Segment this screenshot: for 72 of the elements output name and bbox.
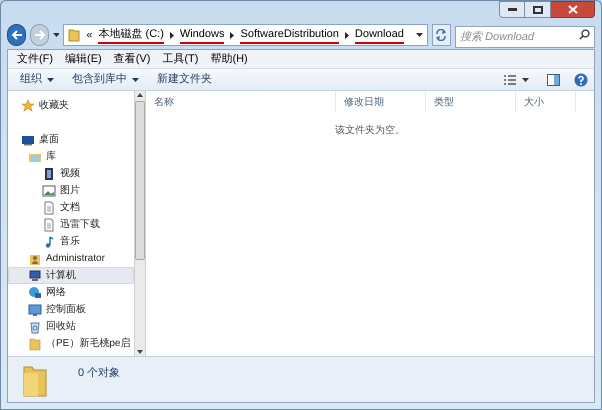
dropdown-caret-icon[interactable] bbox=[53, 33, 60, 37]
menu-item[interactable]: 文件(F) bbox=[12, 50, 58, 68]
toolbar-button[interactable]: 新建文件夹 bbox=[151, 70, 218, 90]
scrollbar[interactable] bbox=[134, 91, 146, 356]
search-field[interactable]: 搜索 Download bbox=[455, 26, 596, 48]
navigation-item[interactable]: 网络 bbox=[8, 284, 134, 301]
dropdown-caret-icon[interactable] bbox=[416, 33, 423, 37]
column-header[interactable]: 类型 bbox=[426, 91, 516, 113]
dropdown-caret-icon[interactable] bbox=[522, 78, 529, 82]
scroll-down-icon[interactable] bbox=[137, 350, 143, 354]
menu-item[interactable]: 查看(V) bbox=[108, 50, 156, 68]
maximize-icon bbox=[532, 6, 542, 14]
overflow-button[interactable]: « bbox=[86, 26, 92, 44]
film-icon bbox=[42, 166, 56, 180]
toolbar-button[interactable]: 包含到库中 bbox=[66, 70, 145, 90]
refresh-icon bbox=[435, 29, 448, 41]
navigation-item[interactable]: 图片 bbox=[8, 182, 134, 199]
refresh-button[interactable] bbox=[432, 24, 452, 46]
navigation-item[interactable]: 计算机 bbox=[8, 267, 134, 284]
document-icon bbox=[42, 218, 56, 232]
column-header[interactable]: 修改日期 bbox=[336, 91, 426, 113]
back-arrow-icon bbox=[10, 30, 23, 40]
status-text: 0 个对象 bbox=[78, 366, 120, 382]
forward-arrow-icon bbox=[34, 30, 46, 40]
minimize-icon bbox=[508, 8, 516, 11]
breadcrumb-segment[interactable]: Download bbox=[354, 26, 404, 44]
chevron-icon[interactable] bbox=[230, 32, 234, 38]
dropdown-caret-icon bbox=[47, 78, 54, 82]
navigation-item[interactable]: 文档 bbox=[8, 199, 134, 216]
picture-icon bbox=[42, 184, 56, 198]
monitor-icon bbox=[28, 268, 42, 282]
column-header[interactable]: 大小 bbox=[516, 91, 576, 113]
close-icon bbox=[568, 5, 578, 14]
breadcrumb-segment[interactable]: Windows bbox=[180, 26, 224, 44]
navigation-item[interactable]: Administrator bbox=[8, 250, 134, 267]
monitor-icon bbox=[28, 302, 42, 316]
navigation-item[interactable]: 控制面板 bbox=[8, 301, 134, 318]
column-header[interactable]: 名称 bbox=[146, 91, 336, 113]
scroll-up-icon[interactable] bbox=[137, 93, 143, 97]
maximize-button[interactable] bbox=[525, 1, 551, 18]
search-icon bbox=[579, 29, 590, 40]
navigation-item[interactable]: 桌面 bbox=[8, 131, 134, 148]
chevron-icon[interactable] bbox=[170, 32, 174, 38]
address-bar[interactable]: « 本地磁盘 (C:) Windows SoftwareDistribution Download bbox=[63, 24, 428, 46]
navigation-item[interactable]: 迅雷下载 bbox=[8, 216, 134, 233]
back-button[interactable] bbox=[7, 24, 26, 46]
folder-icon bbox=[68, 28, 80, 42]
navigation-item[interactable]: 收藏夹 bbox=[8, 97, 134, 114]
breadcrumb-segment[interactable]: 本地磁盘 (C:) bbox=[98, 26, 164, 44]
globe-monitor-icon bbox=[28, 286, 42, 300]
navigation-item[interactable]: 回收站 bbox=[8, 318, 134, 335]
star-icon bbox=[21, 98, 35, 112]
breadcrumb-segment[interactable]: SoftwareDistribution bbox=[240, 26, 339, 44]
menu-item[interactable]: 工具(T) bbox=[157, 50, 204, 68]
help-icon[interactable] bbox=[574, 72, 588, 86]
view-list-icon[interactable] bbox=[504, 74, 516, 84]
navigation-item[interactable]: 音乐 bbox=[8, 233, 134, 250]
navigation-item[interactable]: 库 bbox=[8, 148, 134, 165]
empty-folder-message: 该文件夹为空。 bbox=[334, 124, 406, 138]
minimize-button[interactable] bbox=[499, 1, 525, 18]
navigation-item[interactable]: （PE）新毛桃pe启 bbox=[8, 335, 134, 352]
navigation-item[interactable]: 视频 bbox=[8, 165, 134, 182]
trash-bin-icon bbox=[28, 320, 42, 334]
menu-item[interactable]: 编辑(E) bbox=[60, 50, 107, 68]
menu-item[interactable]: 帮助(H) bbox=[205, 50, 253, 68]
dropdown-caret-icon bbox=[132, 78, 139, 82]
toolbar-button[interactable]: 组织 bbox=[14, 70, 60, 90]
chevron-icon[interactable] bbox=[344, 32, 349, 38]
close-button[interactable] bbox=[551, 1, 595, 18]
folder-icon bbox=[28, 336, 42, 350]
preview-pane-icon[interactable] bbox=[547, 74, 560, 86]
document-icon bbox=[42, 200, 56, 214]
